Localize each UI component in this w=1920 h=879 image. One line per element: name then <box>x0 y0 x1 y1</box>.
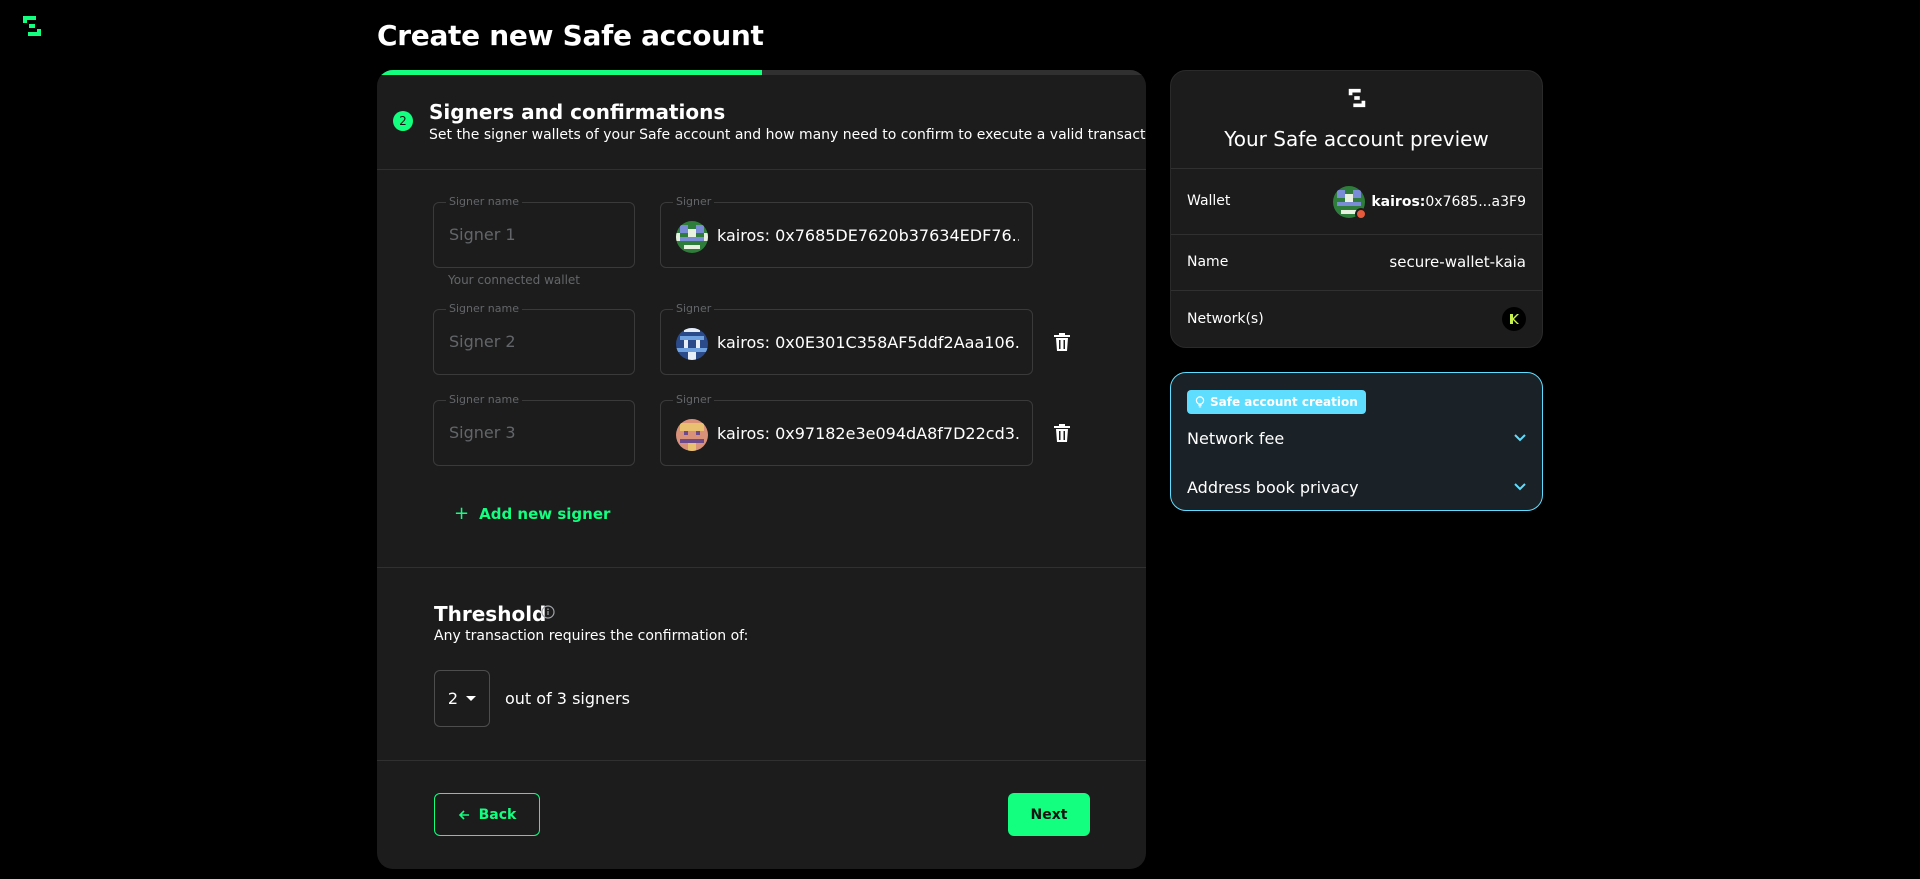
progress-bar <box>377 70 1146 75</box>
field-label: Signer name <box>446 195 522 209</box>
field-label: Signer name <box>446 302 522 316</box>
divider <box>1171 168 1542 169</box>
signer-name-placeholder: Signer 2 <box>449 332 516 351</box>
signer-3-address-field[interactable]: Signer kairos: 0x97182e3e094dA8f7D22cd3.… <box>660 393 1033 466</box>
network-badge-icon <box>1355 208 1368 220</box>
signers-step-card: 2 Signers and confirmations Set the sign… <box>377 70 1146 869</box>
step-number-badge: 2 <box>393 111 413 131</box>
back-button[interactable]: Back <box>434 793 540 836</box>
chevron-down-icon <box>1514 434 1526 442</box>
accordion-label: Address book privacy <box>1187 477 1359 497</box>
signer-2-name-field[interactable]: Signer name Signer 2 <box>433 302 635 375</box>
threshold-value: 2 <box>447 689 459 708</box>
preview-wallet-value: kairos: 0x7685...a3F9 <box>1333 186 1526 220</box>
wallet-prefix: kairos: <box>1371 194 1426 210</box>
preview-networks-label: Network(s) <box>1187 311 1264 327</box>
arrow-left-icon <box>458 809 469 820</box>
preview-title: Your Safe account preview <box>1224 127 1489 151</box>
safe-logo-icon <box>1348 88 1366 108</box>
field-label: Signer <box>673 195 715 209</box>
signer-address: kairos: 0x7685DE7620b37634EDF76... <box>717 226 1019 245</box>
back-button-label: Back <box>478 806 517 823</box>
field-label: Signer <box>673 302 715 316</box>
divider <box>1171 234 1542 235</box>
network-fee-accordion[interactable]: Network fee <box>1187 423 1527 453</box>
add-signer-label: Add new signer <box>479 504 611 523</box>
signer-3-name-field[interactable]: Signer name Signer 3 <box>433 393 635 466</box>
wallet-avatar <box>1333 186 1368 220</box>
caret-down-icon <box>466 696 477 701</box>
plus-icon: + <box>454 503 470 524</box>
lightbulb-icon <box>1195 396 1205 408</box>
preview-wallet-label: Wallet <box>1187 193 1231 209</box>
safe-logo-icon[interactable] <box>20 14 44 38</box>
signer-name-placeholder: Signer 1 <box>449 225 516 244</box>
signer-address: kairos: 0x0E301C358AF5ddf2Aaa106... <box>717 333 1019 352</box>
connected-wallet-helper: Your connected wallet <box>448 273 581 287</box>
page-title: Create new Safe account <box>377 19 764 52</box>
divider <box>377 760 1146 761</box>
preview-name-label: Name <box>1187 254 1229 270</box>
divider <box>1171 290 1542 291</box>
chevron-down-icon <box>1514 483 1526 491</box>
threshold-title: Threshold <box>434 602 547 626</box>
signer-address: kairos: 0x97182e3e094dA8f7D22cd3... <box>717 424 1019 443</box>
field-label: Signer <box>673 393 715 407</box>
step-title: Signers and confirmations <box>429 100 726 124</box>
safe-account-preview-card: Your Safe account preview Wallet kairos:… <box>1170 70 1543 348</box>
address-book-privacy-accordion[interactable]: Address book privacy <box>1187 472 1527 502</box>
signer-1-name-field[interactable]: Signer name Signer 1 <box>433 195 635 268</box>
divider <box>377 567 1146 568</box>
threshold-select[interactable]: 2 <box>434 670 490 727</box>
signer-1-address-field[interactable]: Signer kairos: 0x7685DE7620b37634EDF76..… <box>660 195 1033 268</box>
progress-fill <box>377 70 762 75</box>
wallet-address: 0x7685...a3F9 <box>1425 194 1526 210</box>
hint-tag-label: Safe account creation <box>1210 395 1358 409</box>
accordion-label: Network fee <box>1187 428 1285 448</box>
step-description: Set the signer wallets of your Safe acco… <box>429 127 1146 143</box>
preview-name-value: secure-wallet-kaia <box>1389 253 1526 271</box>
signer-name-placeholder: Signer 3 <box>449 423 516 442</box>
signer-1-avatar <box>676 221 708 253</box>
info-icon[interactable] <box>541 605 555 619</box>
hint-tag: Safe account creation <box>1187 390 1366 414</box>
delete-signer-3-trash-icon[interactable] <box>1050 421 1074 445</box>
signer-3-avatar <box>676 419 708 451</box>
add-new-signer-button[interactable]: + Add new signer <box>454 503 610 524</box>
next-button[interactable]: Next <box>1008 793 1090 836</box>
signer-2-avatar <box>676 328 708 360</box>
signer-2-address-field[interactable]: Signer kairos: 0x0E301C358AF5ddf2Aaa106.… <box>660 302 1033 375</box>
threshold-description: Any transaction requires the confirmatio… <box>434 628 749 644</box>
safe-creation-hints-card: Safe account creation Network fee Addres… <box>1170 372 1543 511</box>
delete-signer-2-trash-icon[interactable] <box>1050 330 1074 354</box>
divider <box>377 169 1146 170</box>
threshold-out-of-text: out of 3 signers <box>505 689 630 708</box>
kaia-network-icon <box>1502 307 1526 331</box>
field-label: Signer name <box>446 393 522 407</box>
